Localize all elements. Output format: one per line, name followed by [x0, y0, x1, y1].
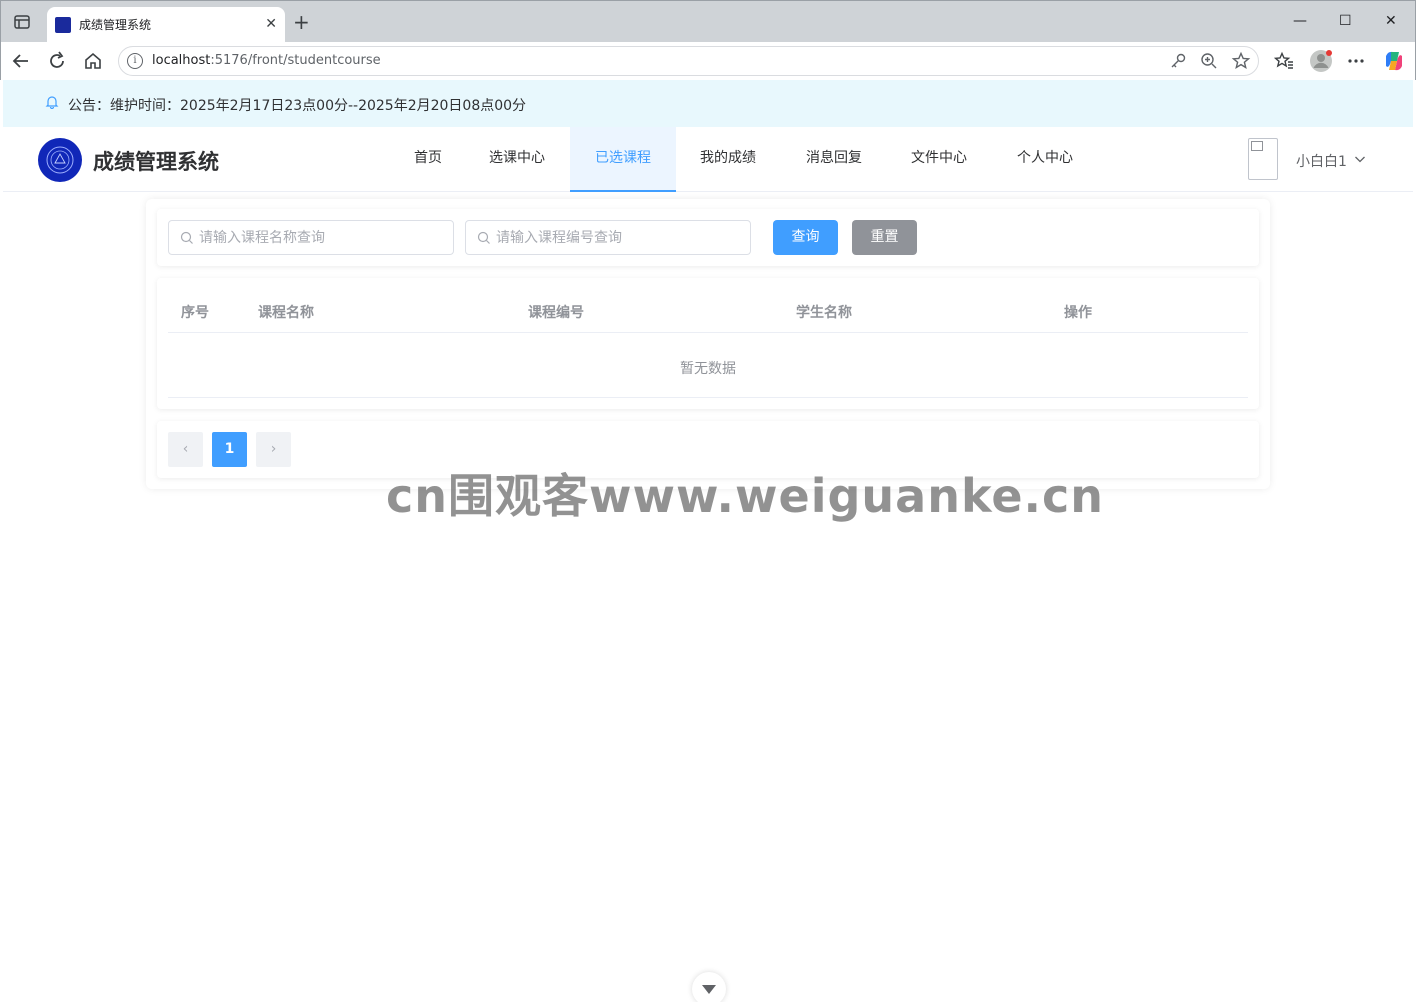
minimize-icon[interactable]: —	[1293, 11, 1307, 31]
nav-item-home[interactable]: 首页	[395, 127, 461, 192]
tab-title: 成绩管理系统	[79, 18, 152, 32]
close-tab-icon[interactable]: ✕	[265, 15, 277, 33]
back-arrow-icon[interactable]	[10, 50, 32, 72]
emblem-icon	[46, 146, 74, 174]
reload-icon[interactable]	[46, 50, 68, 72]
key-icon[interactable]	[1168, 51, 1188, 71]
close-window-icon[interactable]: ✕	[1385, 11, 1397, 31]
prev-page-button[interactable]: ‹	[168, 432, 203, 467]
watermark-text: cn围观客www.weiguanke.cn	[386, 469, 1105, 523]
page-number-button[interactable]: 1	[212, 432, 247, 467]
home-icon[interactable]	[82, 50, 104, 72]
nav-item-messages[interactable]: 消息回复	[790, 127, 878, 192]
scroll-down-button[interactable]	[692, 972, 726, 1002]
favorite-star-icon[interactable]	[1231, 51, 1251, 71]
site-logo[interactable]	[38, 138, 82, 182]
next-page-button[interactable]: ›	[256, 432, 291, 467]
nav-item-my-grades[interactable]: 我的成绩	[684, 127, 772, 192]
announcement-bar: 公告：维护时间：2025年2月17日23点00分--2025年2月20日08点0…	[3, 80, 1413, 127]
site-title[interactable]: 成绩管理系统	[93, 146, 219, 176]
empty-state-text: 暂无数据	[680, 361, 736, 377]
url-host: localhost	[152, 53, 211, 68]
url-path: :5176/front/studentcourse	[210, 53, 381, 68]
page-content: 公告：维护时间：2025年2月17日23点00分--2025年2月20日08点0…	[3, 80, 1413, 1002]
favorites-icon[interactable]	[1274, 51, 1294, 71]
bell-icon	[45, 96, 59, 109]
nav-item-selected-courses[interactable]: 已选课程	[570, 127, 676, 192]
maximize-icon[interactable]: ☐	[1339, 11, 1352, 31]
column-header-index: 序号	[181, 305, 209, 321]
site-header: 成绩管理系统 首页 选课中心 已选课程 我的成绩 消息回复 文件中心 个人中心 …	[3, 127, 1413, 192]
search-panel: 查询 重置	[157, 209, 1259, 266]
copilot-icon[interactable]	[1382, 49, 1406, 73]
browser-tab-bar: 成绩管理系统 ✕ + — ☐ ✕	[0, 0, 1416, 43]
address-bar[interactable]: i localhost:5176/front/studentcourse	[118, 46, 1259, 76]
table-bottom-divider	[168, 397, 1248, 398]
course-code-search[interactable]	[465, 220, 751, 255]
url-text: localhost:5176/front/studentcourse	[152, 53, 381, 68]
username[interactable]: 小白白1	[1296, 151, 1347, 171]
search-icon	[180, 231, 193, 244]
content-card: 查询 重置 序号 课程名称 课程编号 学生名称 操作 暂无数据 ‹ 1 ›	[146, 199, 1270, 489]
column-header-actions: 操作	[1064, 305, 1092, 321]
tab-actions-icon[interactable]	[13, 13, 31, 31]
nav-item-files[interactable]: 文件中心	[895, 127, 983, 192]
site-favicon-icon	[55, 17, 71, 33]
nav-item-course-selection[interactable]: 选课中心	[473, 127, 561, 192]
course-name-input[interactable]	[199, 221, 449, 254]
chevron-down-icon	[702, 985, 716, 994]
profile-avatar-icon[interactable]	[1309, 49, 1333, 73]
nav-item-profile[interactable]: 个人中心	[1001, 127, 1089, 192]
more-options-icon[interactable]	[1346, 51, 1366, 71]
new-tab-button[interactable]: +	[293, 11, 310, 33]
course-code-input[interactable]	[496, 221, 746, 254]
browser-toolbar: i localhost:5176/front/studentcourse	[0, 42, 1416, 80]
zoom-icon[interactable]	[1199, 51, 1219, 71]
reset-button[interactable]: 重置	[852, 220, 917, 255]
search-icon	[477, 231, 490, 244]
table-panel: 序号 课程名称 课程编号 学生名称 操作 暂无数据	[157, 278, 1259, 409]
column-header-student-name: 学生名称	[796, 305, 852, 321]
course-name-search[interactable]	[168, 220, 454, 255]
broken-image-icon	[1251, 141, 1263, 151]
user-avatar[interactable]	[1248, 138, 1278, 180]
column-header-course-name: 课程名称	[258, 305, 314, 321]
browser-tab[interactable]: 成绩管理系统 ✕	[47, 7, 285, 43]
column-header-course-code: 课程编号	[528, 305, 584, 321]
query-button[interactable]: 查询	[773, 220, 838, 255]
header-divider	[168, 332, 1248, 333]
announcement-text: 公告：维护时间：2025年2月17日23点00分--2025年2月20日08点0…	[68, 98, 527, 114]
site-info-icon[interactable]: i	[127, 53, 143, 69]
chevron-down-icon[interactable]	[1354, 153, 1366, 165]
